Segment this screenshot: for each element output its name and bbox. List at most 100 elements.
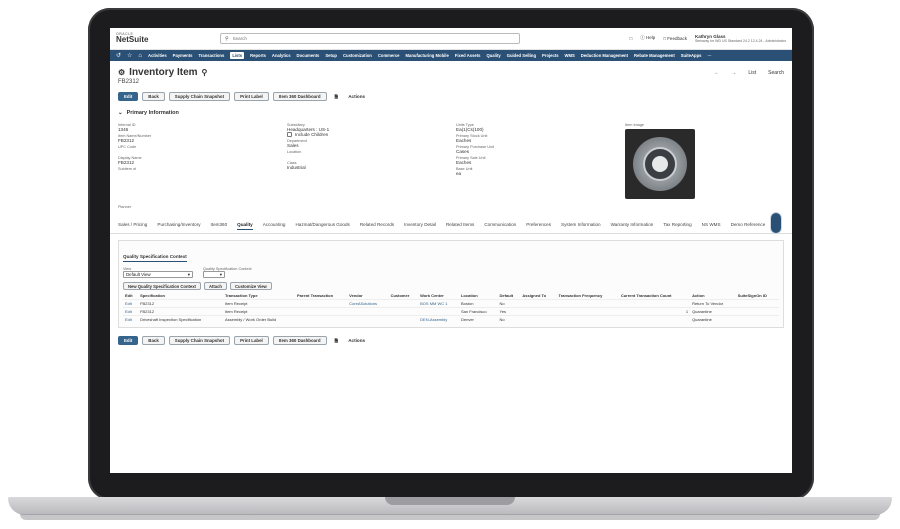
nav-setup[interactable]: Setup bbox=[325, 53, 337, 58]
tab-quality[interactable]: Quality bbox=[237, 222, 253, 230]
tab-hazmat[interactable]: Hazmat/Dangerous Goods bbox=[295, 222, 349, 230]
user-menu[interactable]: Kathryn Glass Steinway for WD US Standar… bbox=[695, 34, 786, 44]
assistant-float-button[interactable] bbox=[770, 212, 782, 234]
list-link[interactable]: List bbox=[748, 70, 756, 76]
vendor-link[interactable] bbox=[347, 307, 389, 316]
global-search-input[interactable]: ⚲ Search bbox=[220, 33, 520, 44]
item-360-dashboard-button[interactable]: Item 360 Dashboard bbox=[272, 336, 327, 345]
back-button[interactable]: Back bbox=[142, 336, 165, 345]
quality-specification-context-tab[interactable]: Quality Specification Context bbox=[123, 254, 187, 262]
nav-documents[interactable]: Documents bbox=[297, 53, 320, 58]
tab-sales-pricing[interactable]: Sales / Pricing bbox=[118, 222, 147, 230]
column-header: Customer bbox=[390, 293, 410, 298]
nav-transactions[interactable]: Transactions bbox=[198, 53, 224, 58]
view-select[interactable]: Default View ▾ bbox=[123, 271, 193, 278]
tab-warranty-information[interactable]: Warranty Information bbox=[611, 222, 654, 230]
netsuite-logo[interactable]: ORACLE NetSuite bbox=[116, 32, 216, 45]
column-header: Default bbox=[499, 293, 514, 298]
edit-button[interactable]: Edit bbox=[118, 92, 139, 101]
nav-wms[interactable]: WMS bbox=[565, 53, 575, 58]
actions-menu[interactable]: Actions bbox=[348, 338, 365, 343]
actions-menu[interactable]: Actions bbox=[348, 94, 365, 99]
search-icon[interactable]: ⚲ bbox=[202, 68, 208, 77]
recent-icon[interactable]: ↺ bbox=[116, 52, 121, 59]
view-filter: View Default View ▾ bbox=[123, 267, 193, 278]
nav-suiteapps[interactable]: SuiteApps bbox=[681, 53, 702, 58]
nav-projects[interactable]: Projects bbox=[542, 53, 559, 58]
tab-preferences[interactable]: Preferences bbox=[526, 222, 551, 230]
back-button[interactable]: Back bbox=[142, 92, 165, 101]
field-value bbox=[118, 149, 287, 154]
nav-activities[interactable]: Activities bbox=[148, 53, 167, 58]
table-cell bbox=[388, 307, 419, 316]
edit-button[interactable]: Edit bbox=[118, 336, 139, 345]
column-header: Assigned To bbox=[522, 293, 547, 298]
field-value: FB2312 bbox=[118, 160, 135, 165]
quality-button-row: New Quality Specification Context Attach… bbox=[123, 282, 779, 290]
tab-ns-wms[interactable]: NS WMS bbox=[702, 222, 721, 230]
nav-commerce[interactable]: Commerce bbox=[378, 53, 400, 58]
tab-tax-reporting[interactable]: Tax Reporting bbox=[663, 222, 691, 230]
top-button-row: Edit Back Supply Chain Snapshot Print La… bbox=[110, 86, 792, 107]
edit-link[interactable]: Edit bbox=[123, 307, 139, 316]
table-row: Edit Driveshaft Inspection Specification… bbox=[123, 315, 779, 323]
nav-payments[interactable]: Payments bbox=[173, 53, 193, 58]
department-value: Sales bbox=[287, 143, 299, 149]
print-label-button[interactable]: Print Label bbox=[234, 336, 269, 345]
bottom-button-row: Edit Back Supply Chain Snapshot Print La… bbox=[110, 328, 792, 353]
print-icon[interactable]: 🗎 bbox=[335, 337, 339, 345]
work-center-link[interactable] bbox=[418, 307, 459, 316]
tab-demo-reference[interactable]: Demo Reference bbox=[731, 222, 766, 230]
nav-analytics[interactable]: Analytics bbox=[272, 53, 291, 58]
vendor-link[interactable]: CoreASolutions bbox=[347, 299, 389, 308]
tab-item360[interactable]: Item360 bbox=[211, 222, 228, 230]
nav-reports[interactable]: Reports bbox=[250, 53, 266, 58]
edit-link[interactable]: Edit bbox=[123, 299, 139, 308]
nav-fixed-assets[interactable]: Fixed Assets bbox=[455, 53, 481, 58]
nav-guided-selling[interactable]: Guided Selling bbox=[507, 53, 536, 58]
table-cell bbox=[556, 315, 619, 323]
field-value: FB2312 bbox=[118, 138, 135, 143]
nav-quality[interactable]: Quality bbox=[486, 53, 500, 58]
field-column-3: Units Type Ea(1)Cs(100) Primary Stock Un… bbox=[456, 121, 625, 199]
table-cell bbox=[520, 315, 557, 323]
include-children-checkbox[interactable]: Include Children bbox=[287, 132, 456, 138]
star-icon[interactable]: ☆ bbox=[127, 52, 132, 59]
vendor-link[interactable] bbox=[347, 315, 389, 323]
home-icon[interactable]: ⌂ bbox=[138, 53, 142, 59]
help-link[interactable]: ⓘ Help bbox=[640, 35, 655, 41]
tab-accounting[interactable]: Accounting bbox=[263, 222, 286, 230]
primary-information-header[interactable]: ⌄ Primary Information bbox=[110, 107, 792, 119]
edit-link[interactable]: Edit bbox=[123, 315, 139, 323]
prev-record-arrow[interactable]: ← bbox=[714, 70, 719, 76]
tab-communication[interactable]: Communication bbox=[484, 222, 516, 230]
tab-related-records[interactable]: Related Records bbox=[360, 222, 394, 230]
attach-button[interactable]: Attach bbox=[203, 282, 227, 290]
nav-more[interactable]: ··· bbox=[707, 53, 711, 58]
work-center-link[interactable]: BOS MM WC 1 bbox=[418, 299, 459, 308]
print-icon[interactable]: 🗎 bbox=[335, 93, 339, 101]
nav-rebate-management[interactable]: Rebate Management bbox=[634, 53, 675, 58]
tab-purchasing-inventory[interactable]: Purchasing/Inventory bbox=[157, 222, 200, 230]
next-record-arrow[interactable]: → bbox=[731, 70, 736, 76]
work-center-link[interactable]: DEN-Assembly bbox=[418, 315, 459, 323]
customize-view-button[interactable]: Customize View bbox=[229, 282, 272, 290]
tab-related-items[interactable]: Related Items bbox=[446, 222, 474, 230]
qsc-select[interactable]: ▾ bbox=[203, 271, 225, 278]
tab-inventory-detail[interactable]: Inventory Detail bbox=[404, 222, 436, 230]
feedback-link[interactable]: □ Feedback bbox=[663, 36, 687, 41]
item-image[interactable] bbox=[625, 129, 695, 199]
nav-deduction-management[interactable]: Deduction Management bbox=[581, 53, 628, 58]
new-quality-spec-context-button[interactable]: New Quality Specification Context bbox=[123, 282, 201, 290]
print-label-button[interactable]: Print Label bbox=[234, 92, 269, 101]
nav-manufacturing-mobile[interactable]: Manufacturing Mobile bbox=[406, 53, 449, 58]
column-header: Vendor bbox=[349, 293, 363, 298]
tab-system-information[interactable]: System Information bbox=[561, 222, 601, 230]
supply-chain-snapshot-button[interactable]: Supply Chain Snapshot bbox=[168, 336, 231, 345]
nav-lists[interactable]: Lists bbox=[230, 52, 245, 59]
search-link[interactable]: Search bbox=[768, 70, 784, 76]
item-360-dashboard-button[interactable]: Item 360 Dashboard bbox=[272, 92, 327, 101]
supply-chain-snapshot-button[interactable]: Supply Chain Snapshot bbox=[168, 92, 231, 101]
nav-customization[interactable]: Customization bbox=[343, 53, 372, 58]
recent-records-icon[interactable]: □ bbox=[629, 36, 632, 41]
